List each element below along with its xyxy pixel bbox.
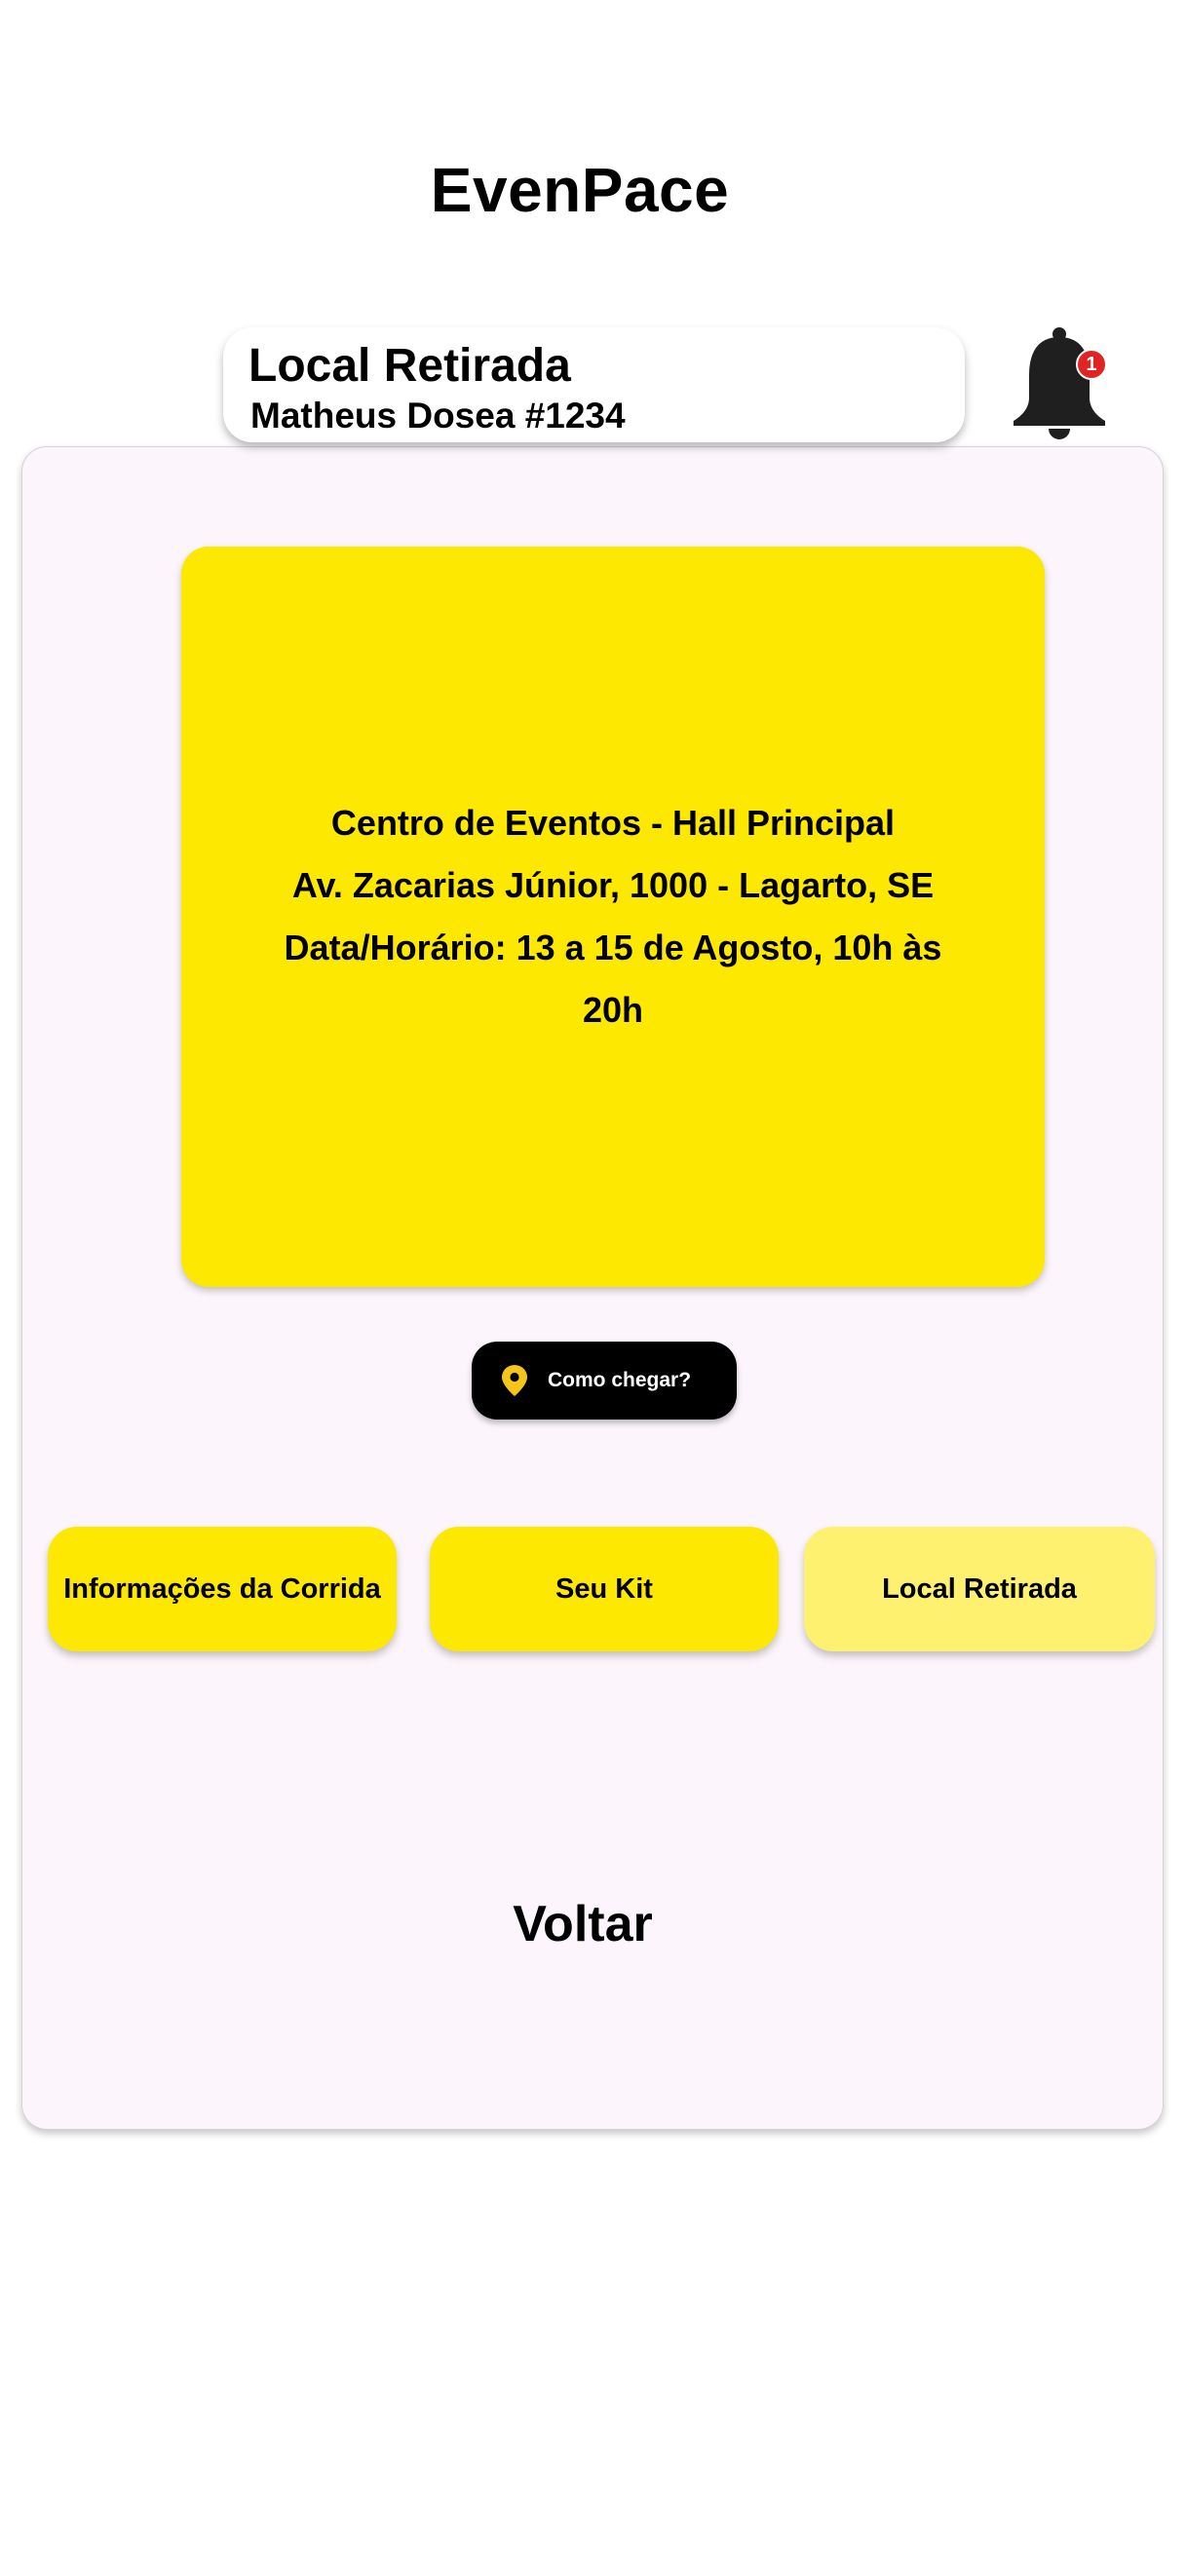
tab-your-kit[interactable]: Seu Kit <box>430 1527 779 1651</box>
main-panel: Centro de Eventos - Hall Principal Av. Z… <box>21 446 1164 2130</box>
bell-icon <box>1014 327 1105 439</box>
notification-button[interactable]: 1 <box>1006 325 1113 442</box>
directions-label: Como chegar? <box>548 1369 692 1391</box>
pickup-location-details: Centro de Eventos - Hall Principal Av. Z… <box>262 792 964 1042</box>
back-button[interactable]: Voltar <box>22 1895 1143 1953</box>
venue-name: Centro de Eventos - Hall Principal <box>330 803 896 843</box>
tab-race-info[interactable]: Informações da Corrida <box>48 1527 397 1651</box>
map-pin-icon <box>501 1364 528 1397</box>
header-card: Local Retirada Matheus Dosea #1234 <box>223 327 965 442</box>
venue-address: Av. Zacarias Júnior, 1000 - Lagarto, SE <box>291 865 935 905</box>
page-title: Local Retirada <box>249 340 571 392</box>
tab-pickup-location[interactable]: Local Retirada <box>804 1527 1155 1651</box>
directions-button[interactable]: Como chegar? <box>472 1342 737 1420</box>
notification-badge: 1 <box>1076 349 1107 380</box>
user-name-id: Matheus Dosea #1234 <box>250 396 626 436</box>
app-title: EvenPace <box>430 155 730 225</box>
pickup-schedule: Data/Horário: 13 a 15 de Agosto, 10h às … <box>284 928 942 1030</box>
pickup-location-card: Centro de Eventos - Hall Principal Av. Z… <box>181 547 1045 1287</box>
